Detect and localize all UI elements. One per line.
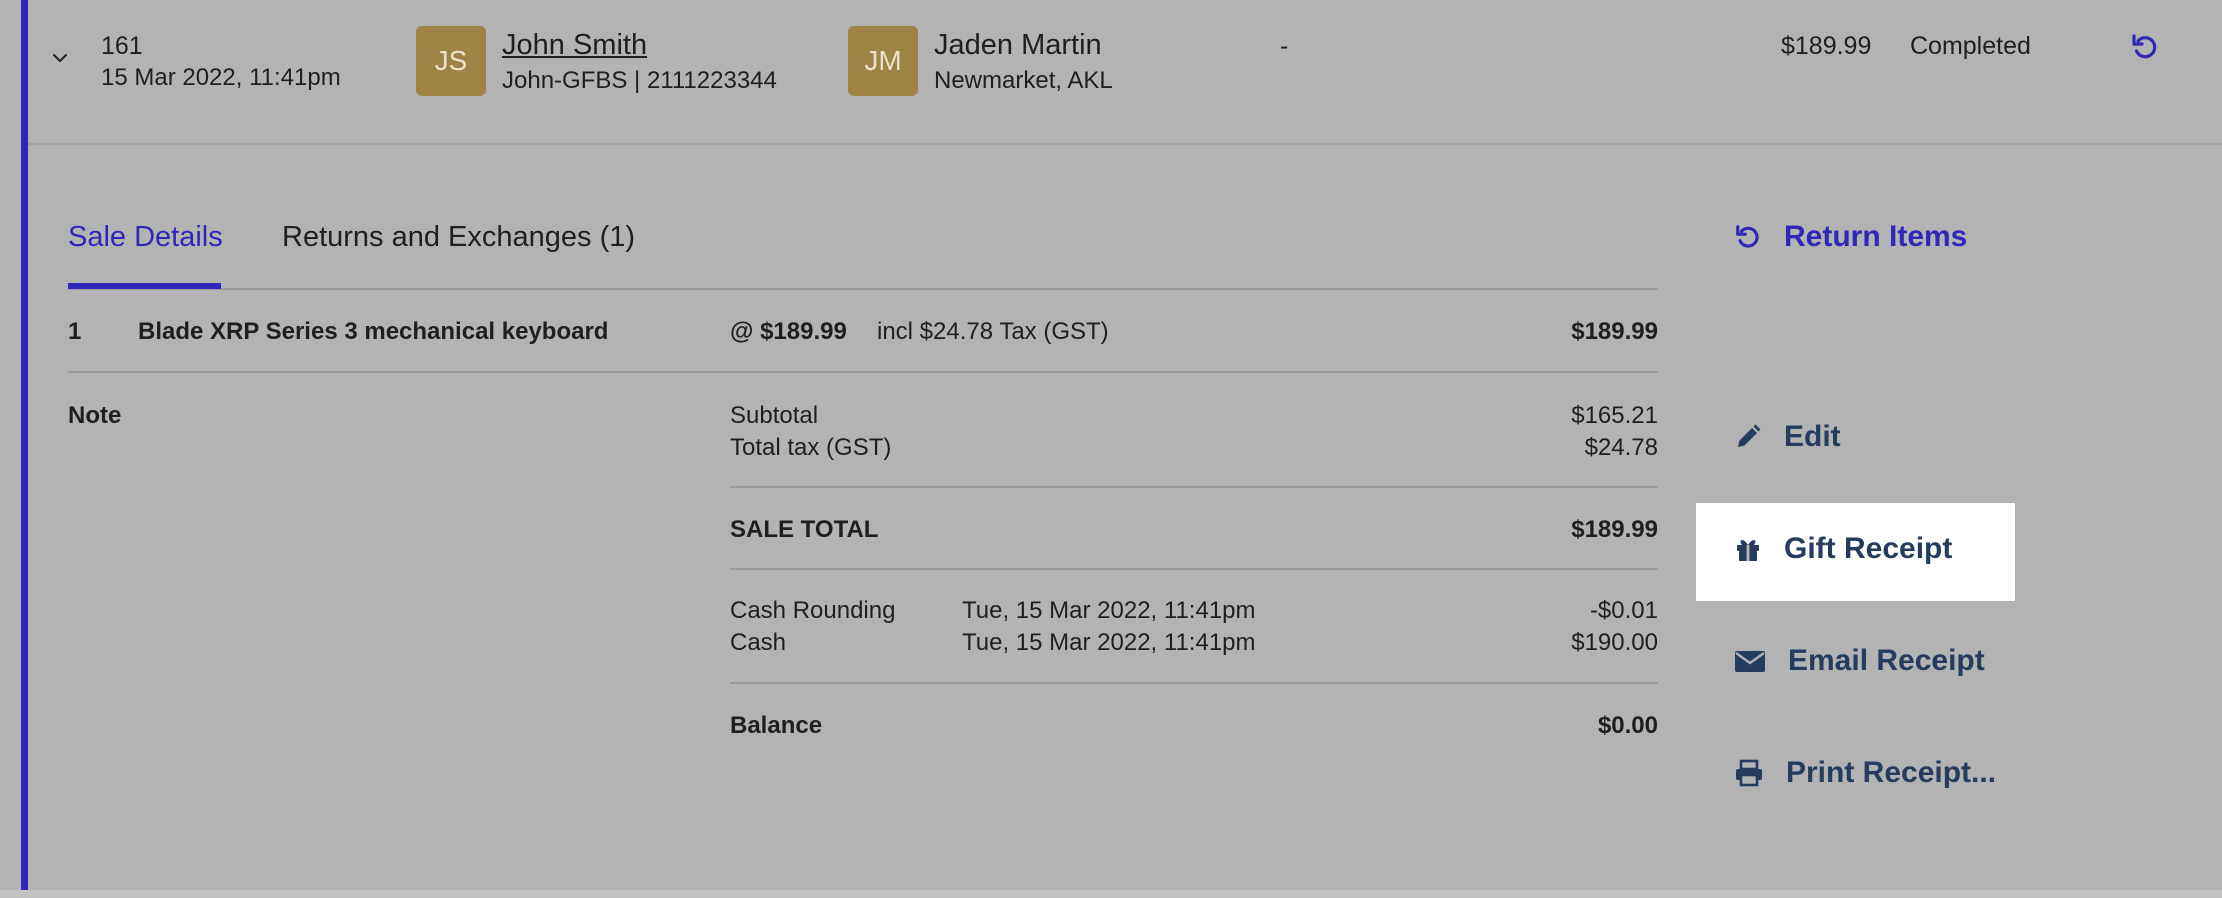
staff-avatar: JM <box>848 26 918 96</box>
sale-total-value: $189.99 <box>1571 516 1658 543</box>
sale-number: 161 <box>101 32 143 60</box>
line-item-qty: 1 <box>68 318 82 345</box>
sale-date: 15 Mar 2022, 11:41pm <box>101 64 341 91</box>
tabs-divider <box>68 288 1658 290</box>
balance-value: $0.00 <box>1597 712 1658 739</box>
tab-returns-and-exchanges[interactable]: Returns and Exchanges (1) <box>282 221 635 254</box>
gift-receipt-button[interactable]: Gift Receipt <box>1734 532 1952 566</box>
line-item-divider <box>68 371 1658 373</box>
payment-method: Cash Rounding <box>730 597 896 624</box>
payment-date: Tue, 15 Mar 2022, 11:41pm <box>962 597 1256 624</box>
sale-total-divider <box>730 568 1658 570</box>
chevron-down-icon[interactable] <box>50 48 70 68</box>
active-tab-indicator <box>68 283 221 289</box>
row-selected-indicator <box>21 0 28 890</box>
payment-method: Cash <box>730 629 787 656</box>
row-amount: $189.99 <box>1781 32 1872 60</box>
payment-date: Tue, 15 Mar 2022, 11:41pm <box>962 629 1256 656</box>
edit-button[interactable]: Edit <box>1734 420 1841 454</box>
payment-amount: -$0.01 <box>1589 597 1658 624</box>
payments-divider <box>730 682 1658 684</box>
customer-avatar: JS <box>416 26 486 96</box>
note-placeholder: - <box>1280 32 1289 60</box>
line-item-tax-note: incl $24.78 Tax (GST) <box>877 318 1109 345</box>
edit-label: Edit <box>1784 420 1841 453</box>
return-icon <box>1734 223 1762 251</box>
tax-label: Total tax (GST) <box>730 434 892 461</box>
gift-receipt-label: Gift Receipt <box>1784 532 1953 565</box>
sale-row[interactable] <box>28 0 2222 144</box>
payment-amount: $190.00 <box>1571 629 1658 656</box>
line-item-name: Blade XRP Series 3 mechanical keyboard <box>138 318 609 345</box>
panel-bottom-edge <box>0 890 2222 898</box>
print-receipt-label: Print Receipt... <box>1786 756 1997 789</box>
totals-divider <box>730 486 1658 488</box>
subtotal-label: Subtotal <box>730 402 819 429</box>
staff-initials: JM <box>864 45 902 76</box>
printer-icon <box>1734 759 1764 787</box>
subtotal-value: $165.21 <box>1571 402 1658 429</box>
email-receipt-button[interactable]: Email Receipt <box>1734 644 1985 678</box>
line-item-total: $189.99 <box>1571 318 1658 345</box>
customer-name-link[interactable]: John Smith <box>502 29 647 62</box>
staff-location: Newmarket, AKL <box>934 67 1113 94</box>
status-label: Completed <box>1910 32 2031 60</box>
staff-name: Jaden Martin <box>934 29 1102 61</box>
sale-total-label: SALE TOTAL <box>730 516 879 543</box>
pencil-icon <box>1734 423 1762 451</box>
return-items-label: Return Items <box>1784 220 1968 253</box>
print-receipt-button[interactable]: Print Receipt... <box>1734 756 1996 790</box>
tab-sale-details[interactable]: Sale Details <box>68 221 223 254</box>
envelope-icon <box>1734 647 1766 675</box>
line-item-unit-price: @ $189.99 <box>730 318 847 345</box>
return-items-button[interactable]: Return Items <box>1734 220 1967 254</box>
return-icon[interactable] <box>2130 32 2160 62</box>
balance-label: Balance <box>730 712 823 739</box>
gift-icon <box>1734 535 1762 563</box>
customer-code-phone: John-GFBS | 2111223344 <box>502 67 777 94</box>
tax-value: $24.78 <box>1584 434 1658 461</box>
row-divider <box>28 143 2222 145</box>
email-receipt-label: Email Receipt <box>1788 644 1985 677</box>
note-label: Note <box>68 402 122 429</box>
customer-initials: JS <box>434 45 468 76</box>
